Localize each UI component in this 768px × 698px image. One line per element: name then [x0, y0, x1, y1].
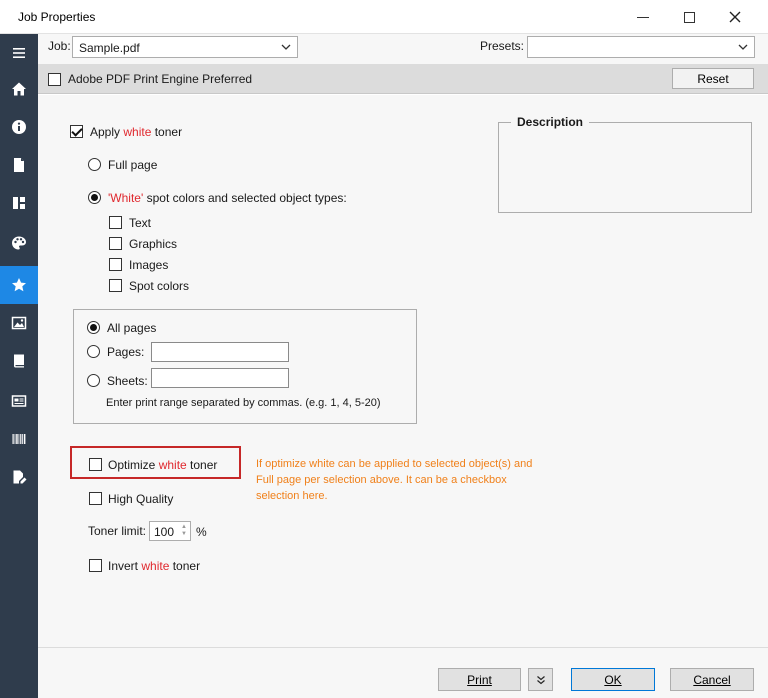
dialog-footer: Print OK Cancel: [38, 647, 768, 698]
close-icon: [729, 11, 741, 23]
sidebar-item-layout[interactable]: [0, 184, 38, 222]
object-type-images-label: Images: [129, 258, 169, 272]
object-type-text-checkbox[interactable]: [109, 216, 122, 229]
page-range-hint: Enter print range separated by commas. (…: [106, 397, 381, 409]
object-type-images-checkbox[interactable]: [109, 258, 122, 271]
pages-radio[interactable]: [87, 345, 100, 358]
pages-input[interactable]: [151, 342, 289, 362]
main-content: Apply white toner Full page 'White' spot…: [38, 95, 768, 647]
object-type-spot-colors-label: Spot colors: [129, 279, 190, 293]
reset-button[interactable]: Reset: [672, 68, 754, 89]
object-type-graphics-checkbox[interactable]: [109, 237, 122, 250]
toner-limit-unit: %: [196, 525, 207, 539]
ok-button-label: OK: [604, 672, 622, 687]
job-select[interactable]: Sample.pdf: [72, 36, 298, 58]
apply-white-toner-label: Apply white toner: [90, 125, 183, 139]
sheets-radio[interactable]: [87, 374, 100, 387]
object-type-graphics-label: Graphics: [129, 237, 178, 251]
double-chevron-down-icon: [536, 675, 545, 684]
full-page-radio[interactable]: [88, 158, 101, 171]
all-pages-label: All pages: [107, 321, 157, 335]
object-type-spot-colors-checkbox[interactable]: [109, 279, 122, 292]
optimize-white-toner-label: Optimize white toner: [108, 458, 218, 472]
high-quality-checkbox[interactable]: [89, 492, 102, 505]
sidebar-item-barcode[interactable]: [0, 420, 38, 458]
engine-label: Adobe PDF Print Engine Preferred: [68, 72, 253, 86]
invert-white-toner-checkbox[interactable]: [89, 559, 102, 572]
description-legend: Description: [511, 115, 590, 129]
sidebar-item-card[interactable]: [0, 382, 38, 420]
sidebar-item-info[interactable]: [0, 108, 38, 146]
sidebar-item-home[interactable]: [0, 70, 38, 108]
annotation-line-2: Full page per selection above. It can be…: [256, 474, 507, 486]
chevron-down-icon: [738, 44, 748, 50]
white-spot-radio[interactable]: [88, 191, 101, 204]
document-icon: [14, 158, 24, 172]
home-icon: [12, 82, 26, 96]
all-pages-radio[interactable]: [87, 321, 100, 334]
sidebar-item-image[interactable]: [0, 304, 38, 342]
toner-limit-label: Toner limit:: [88, 524, 147, 538]
full-page-label: Full page: [108, 158, 158, 172]
object-type-text-label: Text: [129, 216, 152, 230]
optimize-white-toner-checkbox[interactable]: [89, 458, 102, 471]
job-row: Job: Sample.pdf Presets:: [38, 34, 768, 64]
annotation-line-1: If optimize white can be applied to sele…: [256, 458, 533, 470]
presets-label: Presets:: [480, 39, 525, 53]
doc-edit-icon: [13, 470, 27, 484]
sheets-label: Sheets:: [107, 374, 148, 388]
high-quality-label: High Quality: [108, 492, 174, 506]
more-options-button[interactable]: [528, 668, 553, 691]
palette-icon: [12, 236, 26, 250]
sidebar-item-color[interactable]: [0, 224, 38, 262]
maximize-icon: [683, 11, 695, 23]
sidebar-item-favorites[interactable]: [0, 266, 38, 304]
engine-checkbox[interactable]: [48, 73, 61, 86]
apply-white-toner-checkbox[interactable]: [70, 125, 83, 138]
minimize-icon: [637, 16, 649, 18]
window-title: Job Properties: [18, 10, 96, 24]
book-icon: [14, 354, 24, 368]
ok-button[interactable]: OK: [571, 668, 655, 691]
sidebar-item-document[interactable]: [0, 146, 38, 184]
print-button-label: Print: [467, 672, 492, 687]
sidebar-item-doc-edit[interactable]: [0, 458, 38, 496]
cancel-button-label: Cancel: [693, 672, 731, 687]
sidebar: [0, 34, 38, 698]
layout-icon: [13, 197, 25, 209]
spinner-arrows-icon[interactable]: ▲ ▼: [180, 524, 188, 538]
engine-bar: Adobe PDF Print Engine Preferred Reset: [38, 64, 768, 94]
job-label: Job:: [48, 39, 71, 53]
barcode-icon: [12, 434, 26, 444]
close-button[interactable]: [712, 0, 758, 34]
invert-white-toner-label: Invert white toner: [108, 559, 201, 573]
toner-limit-value: 100: [154, 525, 175, 539]
white-spot-label: 'White' spot colors and selected object …: [108, 191, 347, 205]
sidebar-menu[interactable]: [0, 34, 38, 72]
annotation-line-3: selection here.: [256, 490, 328, 502]
image-icon: [11, 316, 27, 330]
presets-select[interactable]: [527, 36, 755, 58]
sidebar-item-book[interactable]: [0, 342, 38, 380]
title-bar: Job Properties: [0, 0, 768, 34]
sheets-input[interactable]: [151, 368, 289, 388]
description-box: [498, 122, 752, 213]
minimize-button[interactable]: [620, 0, 666, 34]
star-icon: [12, 278, 26, 292]
pages-label: Pages:: [107, 345, 145, 359]
info-icon: [12, 120, 26, 134]
menu-icon: [13, 48, 25, 58]
maximize-button[interactable]: [666, 0, 712, 34]
job-value: Sample.pdf: [79, 41, 140, 55]
print-button[interactable]: Print: [438, 668, 521, 691]
cancel-button[interactable]: Cancel: [670, 668, 754, 691]
reset-button-label: Reset: [697, 71, 729, 86]
toner-limit-spinner[interactable]: 100 ▲ ▼: [149, 521, 191, 541]
card-icon: [11, 395, 27, 407]
chevron-down-icon: [281, 44, 291, 50]
